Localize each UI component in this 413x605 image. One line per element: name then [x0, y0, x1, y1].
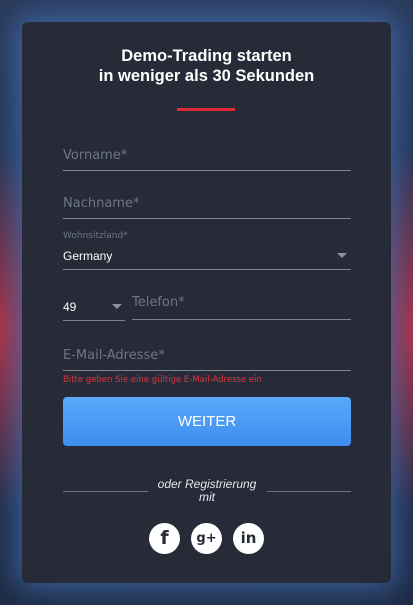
social-separator-text: oder Registrierung mit [157, 477, 257, 504]
form-title: Demo-Trading starten in weniger als 30 S… [22, 46, 391, 86]
linkedin-icon[interactable]: in [233, 523, 264, 554]
email-placeholder: E-Mail-Adresse* [63, 348, 165, 363]
separator-line-left [63, 491, 148, 492]
submit-button[interactable]: WEITER [63, 397, 351, 446]
first-name-field[interactable]: Vorname* [63, 142, 351, 171]
separator-line-right [267, 491, 351, 492]
country-label: Wohnsitzland* [63, 231, 128, 241]
chevron-down-icon [337, 253, 347, 258]
form-title-line-1: Demo-Trading starten [121, 47, 292, 65]
facebook-icon[interactable]: f [149, 523, 180, 554]
phone-placeholder: Telefon* [132, 295, 185, 310]
country-value: Germany [63, 249, 113, 263]
email-error-message: Bitte geben Sie eine gültige E-Mail-Adre… [63, 375, 262, 385]
last-name-field[interactable]: Nachname* [63, 190, 351, 219]
country-select[interactable]: Wohnsitzland* Germany [63, 229, 351, 270]
form-title-line-2: in weniger als 30 Sekunden [98, 67, 315, 85]
google-plus-icon[interactable]: g+ [191, 523, 222, 554]
registration-card: Demo-Trading starten in weniger als 30 S… [22, 22, 391, 583]
chevron-down-icon [112, 304, 122, 309]
last-name-placeholder: Nachname* [63, 196, 140, 211]
email-field[interactable]: E-Mail-Adresse* [63, 342, 351, 371]
title-accent-line [177, 108, 235, 111]
phone-field[interactable]: Telefon* [132, 292, 351, 320]
phone-code-value: 49 [63, 300, 77, 314]
first-name-placeholder: Vorname* [63, 148, 128, 163]
phone-code-select[interactable]: 49 [63, 292, 125, 321]
